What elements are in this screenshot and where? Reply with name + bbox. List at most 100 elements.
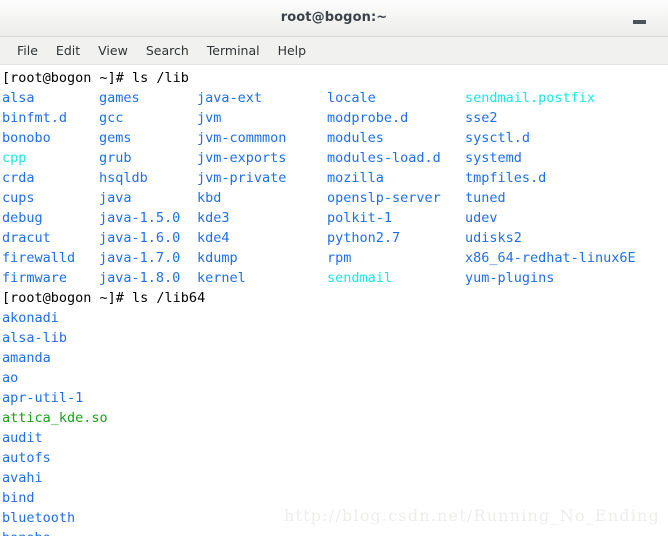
ls-entry: games: [99, 90, 140, 106]
ls-entry: hsqldb: [99, 170, 148, 186]
ls-entry: udev: [465, 210, 498, 226]
ls-entry: bonobo: [2, 528, 51, 536]
ls-entry: firewalld: [2, 250, 76, 266]
ls-entry: tmpfiles.d: [465, 170, 547, 186]
title-bar: root@bogon:~: [0, 0, 668, 37]
ls-output-row: ao: [0, 368, 668, 388]
ls-entry: apr-util-1: [2, 390, 84, 406]
ls-output-row: avahi: [0, 468, 668, 488]
ls-output-row: attica_kde.so: [0, 408, 668, 428]
ls-output-row: audit: [0, 428, 668, 448]
menu-item-file[interactable]: File: [8, 40, 47, 61]
window-title: root@bogon:~: [280, 10, 388, 25]
ls-entry: java-1.7.0: [99, 250, 181, 266]
prompt-command: [root@bogon ~]# ls /lib64: [2, 290, 206, 306]
ls-entry: jvm: [197, 110, 222, 126]
ls-entry: jvm-exports: [197, 150, 287, 166]
ls-entry: kdump: [197, 250, 238, 266]
ls-entry: kde4: [197, 230, 230, 246]
ls-entry: sendmail: [327, 270, 393, 286]
menu-item-help[interactable]: Help: [269, 40, 316, 61]
ls-entry: attica_kde.so: [2, 410, 108, 426]
ls-output-row: apr-util-1: [0, 388, 668, 408]
ls-output-row: bonobo: [0, 528, 668, 536]
ls-entry: udisks2: [465, 230, 522, 246]
ls-entry: gems: [99, 130, 132, 146]
menu-item-view[interactable]: View: [89, 40, 137, 61]
prompt-command: [root@bogon ~]# ls /lib: [2, 70, 189, 86]
ls-entry: kernel: [197, 270, 246, 286]
ls-entry: bonobo: [2, 130, 51, 146]
minimize-button[interactable]: [630, 8, 650, 28]
terminal-screen[interactable]: [root@bogon ~]# ls /lib alsa games java-ext…: [0, 65, 668, 536]
ls-output-row: autofs: [0, 448, 668, 468]
ls-entry: debug: [2, 210, 43, 226]
ls-entry: x86_64-redhat-linux6E: [465, 250, 636, 266]
ls-entry: grub: [99, 150, 132, 166]
terminal-prompt-line: [root@bogon ~]# ls /lib: [0, 68, 668, 88]
menu-item-search[interactable]: Search: [137, 40, 198, 61]
ls-output-row: binfmt.d gcc jvm modprobe.d sse2: [0, 108, 668, 128]
ls-entry: jvm-private: [197, 170, 287, 186]
ls-entry: java: [99, 190, 132, 206]
ls-entry: sendmail.postfix: [465, 90, 596, 106]
ls-entry: sse2: [465, 110, 498, 126]
ls-entry: polkit-1: [327, 210, 393, 226]
ls-entry: firmware: [2, 270, 68, 286]
ls-entry: modprobe.d: [327, 110, 409, 126]
ls-entry: locale: [327, 90, 376, 106]
ls-entry: systemd: [465, 150, 522, 166]
ls-entry: jvm-commmon: [197, 130, 287, 146]
ls-output-row: cups java kbd openslp-server tuned: [0, 188, 668, 208]
ls-entry: cups: [2, 190, 35, 206]
ls-entry: modules-load.d: [327, 150, 441, 166]
ls-entry: yum-plugins: [465, 270, 555, 286]
ls-entry: cpp: [2, 150, 27, 166]
ls-entry: java-ext: [197, 90, 263, 106]
ls-entry: alsa: [2, 90, 35, 106]
ls-entry: audit: [2, 430, 43, 446]
ls-output-row: alsa games java-ext locale sendmail.postfix: [0, 88, 668, 108]
ls-entry: bind: [2, 490, 35, 506]
ls-entry: autofs: [2, 450, 51, 466]
ls-entry: alsa-lib: [2, 330, 68, 346]
ls-output-row: alsa-lib: [0, 328, 668, 348]
ls-output-row: bonobo gems jvm-commmon modules sysctl.d: [0, 128, 668, 148]
ls-output-row: crda hsqldb jvm-private mozilla tmpfiles.d: [0, 168, 668, 188]
terminal-window: root@bogon:~ File Edit View Search Terminal H…: [0, 0, 668, 537]
ls-entry: java-1.8.0: [99, 270, 181, 286]
ls-entry: kde3: [197, 210, 230, 226]
ls-entry: bluetooth: [2, 510, 76, 526]
ls-entry: akonadi: [2, 310, 59, 326]
ls-entry: mozilla: [327, 170, 384, 186]
ls-entry: openslp-server: [327, 190, 441, 206]
ls-output-row: akonadi: [0, 308, 668, 328]
ls-entry: ao: [2, 370, 19, 386]
ls-output-row: firmware java-1.8.0 kernel sendmail yum-plug…: [0, 268, 668, 288]
ls-entry: rpm: [327, 250, 352, 266]
ls-entry: gcc: [99, 110, 124, 126]
ls-entry: python2.7: [327, 230, 401, 246]
ls-entry: java-1.5.0: [99, 210, 181, 226]
ls-entry: crda: [2, 170, 35, 186]
ls-output-row: bluetooth: [0, 508, 668, 528]
ls-entry: tuned: [465, 190, 506, 206]
ls-entry: java-1.6.0: [99, 230, 181, 246]
ls-entry: modules: [327, 130, 384, 146]
terminal-prompt-line: [root@bogon ~]# ls /lib64: [0, 288, 668, 308]
ls-entry: avahi: [2, 470, 43, 486]
ls-entry: binfmt.d: [2, 110, 68, 126]
ls-entry: kbd: [197, 190, 222, 206]
minimize-icon: [633, 20, 646, 24]
ls-entry: sysctl.d: [465, 130, 531, 146]
ls-output-row: bind: [0, 488, 668, 508]
ls-output-row: amanda: [0, 348, 668, 368]
menu-bar: File Edit View Search Terminal Help: [0, 37, 668, 65]
menu-item-terminal[interactable]: Terminal: [198, 40, 269, 61]
ls-output-row: dracut java-1.6.0 kde4 python2.7 udisks2: [0, 228, 668, 248]
ls-entry: dracut: [2, 230, 51, 246]
ls-output-row: debug java-1.5.0 kde3 polkit-1 udev: [0, 208, 668, 228]
ls-entry: amanda: [2, 350, 51, 366]
ls-output-row: cpp grub jvm-exports modules-load.d systemd: [0, 148, 668, 168]
menu-item-edit[interactable]: Edit: [47, 40, 89, 61]
